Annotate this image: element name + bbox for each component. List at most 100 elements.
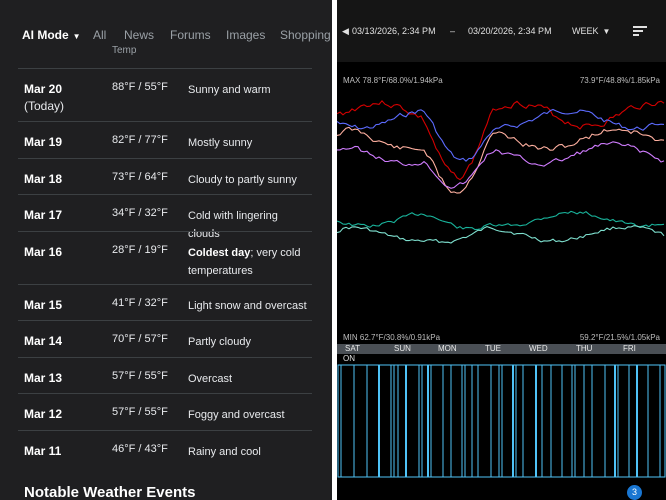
row-temp: 28°F / 19°F bbox=[112, 244, 168, 256]
row-date: Mar 16 bbox=[24, 244, 62, 261]
table-row: Mar 16 28°F / 19°F Coldest day; very cold … bbox=[18, 231, 312, 285]
red-trace bbox=[337, 99, 665, 181]
row-date-text: Mar 13 bbox=[24, 371, 63, 385]
day-label: MON bbox=[438, 344, 457, 353]
row-condition-text: Overcast bbox=[188, 373, 233, 385]
table-row: Mar 19 82°F / 77°F Mostly sunny bbox=[18, 121, 312, 159]
row-date-text: Mar 14 bbox=[24, 334, 63, 348]
tab-all[interactable]: All bbox=[93, 28, 106, 42]
tab-shopping[interactable]: Shopping bbox=[280, 28, 331, 42]
row-date: Mar 14 bbox=[24, 333, 62, 350]
day-label: TUE bbox=[485, 344, 501, 353]
row-condition: Coldest day; very cold temperatures bbox=[188, 244, 312, 280]
search-results-panel: AI Mode ▼ All News Forums Images Shopping… bbox=[0, 0, 332, 500]
row-date-text: Mar 19 bbox=[24, 135, 63, 149]
peach-trace bbox=[337, 126, 665, 194]
row-temp: 70°F / 57°F bbox=[112, 333, 168, 345]
blue-trace bbox=[337, 108, 665, 162]
period-dropdown[interactable]: WEEK ▼ bbox=[572, 26, 610, 36]
row-date: Mar 13 bbox=[24, 370, 62, 387]
row-temp: 82°F / 77°F bbox=[112, 134, 168, 146]
row-condition-text: Foggy and overcast bbox=[188, 409, 285, 421]
row-temp: 57°F / 55°F bbox=[112, 370, 168, 382]
on-state-label: ON bbox=[343, 354, 355, 363]
period-label: WEEK bbox=[572, 26, 599, 36]
row-condition-text: Cloudy to partly sunny bbox=[188, 174, 297, 186]
range-start[interactable]: 03/13/2026, 2:34 PM bbox=[352, 26, 436, 36]
row-date-text: Mar 15 bbox=[24, 298, 63, 312]
row-condition-text: Light snow and overcast bbox=[188, 300, 307, 312]
section-heading: Notable Weather Events bbox=[24, 484, 196, 500]
tab-news[interactable]: News bbox=[124, 28, 154, 42]
row-condition-text: Rainy and cool bbox=[188, 446, 261, 458]
row-date: Mar 12 bbox=[24, 406, 62, 423]
tab-forums[interactable]: Forums bbox=[170, 28, 211, 42]
row-condition: Overcast bbox=[188, 370, 312, 388]
row-condition: Mostly sunny bbox=[188, 134, 312, 152]
row-condition-text: Partly cloudy bbox=[188, 336, 251, 348]
range-separator: – bbox=[450, 26, 456, 36]
min-right-label: 59.2°F/21.5%/1.05kPa bbox=[579, 333, 660, 342]
day-label: SAT bbox=[345, 344, 360, 353]
row-condition-bold: Coldest day bbox=[188, 247, 251, 259]
table-row: Mar 15 41°F / 32°F Light snow and overcast bbox=[18, 284, 312, 321]
row-date-text: Mar 20 bbox=[24, 82, 63, 96]
row-temp: 57°F / 55°F bbox=[112, 406, 168, 418]
row-date: Mar 18 bbox=[24, 171, 62, 188]
table-row: Mar 17 34°F / 32°F Cold with lingering clo… bbox=[18, 194, 312, 240]
row-date: Mar 17 bbox=[24, 207, 62, 224]
chevron-down-icon: ▼ bbox=[602, 27, 611, 36]
search-tabs-bar: AI Mode ▼ All News Forums Images Shopping bbox=[0, 0, 332, 68]
sensor-history-panel: ◀ 03/13/2026, 2:34 PM – 03/20/2026, 2:34… bbox=[337, 0, 666, 500]
sort-icon[interactable] bbox=[633, 24, 647, 36]
tab-images[interactable]: Images bbox=[226, 28, 265, 42]
day-label: WED bbox=[529, 344, 548, 353]
violet-trace bbox=[337, 141, 665, 189]
row-condition: Sunny and warm bbox=[188, 81, 312, 99]
row-temp: 73°F / 64°F bbox=[112, 171, 168, 183]
row-date-text: Mar 12 bbox=[24, 407, 63, 421]
row-date-text: Mar 18 bbox=[24, 172, 63, 186]
row-date-text: Mar 11 bbox=[24, 444, 62, 458]
table-row: Mar 18 73°F / 64°F Cloudy to partly sunny bbox=[18, 158, 312, 195]
row-condition-text: Sunny and warm bbox=[188, 84, 271, 96]
row-condition: Light snow and overcast bbox=[188, 297, 312, 315]
row-date: Mar 19 bbox=[24, 134, 62, 151]
day-label: FRI bbox=[623, 344, 636, 353]
notification-badge: 3 bbox=[627, 485, 642, 500]
row-condition: Cloudy to partly sunny bbox=[188, 171, 312, 189]
day-label: SUN bbox=[394, 344, 411, 353]
temp-column-header: Temp bbox=[112, 45, 137, 56]
range-toolbar: ◀ 03/13/2026, 2:34 PM – 03/20/2026, 2:34… bbox=[337, 0, 666, 62]
chevron-down-icon: ▼ bbox=[72, 32, 81, 41]
table-row: Mar 14 70°F / 57°F Partly cloudy bbox=[18, 320, 312, 358]
on-state-timeline bbox=[337, 364, 666, 478]
row-date: Mar 15 bbox=[24, 297, 62, 314]
sensor-line-chart bbox=[337, 99, 665, 244]
row-temp: 88°F / 55°F bbox=[112, 81, 168, 93]
min-left-label: MIN 62.7°F/30.8%/0.91kPa bbox=[343, 333, 441, 342]
table-row: Mar 11 46°F / 43°F Rainy and cool bbox=[18, 430, 312, 468]
day-axis: SAT SUN MON TUE WED THU FRI bbox=[337, 344, 666, 354]
row-date: Mar 20 (Today) bbox=[24, 81, 64, 115]
table-row: Mar 13 57°F / 55°F Overcast bbox=[18, 357, 312, 394]
row-condition: Rainy and cool bbox=[188, 443, 312, 461]
row-date-sub: (Today) bbox=[24, 99, 65, 113]
row-temp: 34°F / 32°F bbox=[112, 207, 168, 219]
row-date: Mar 11 bbox=[24, 443, 61, 460]
table-row: Mar 20 (Today) 88°F / 55°F Sunny and warm bbox=[18, 68, 312, 122]
row-condition: Foggy and overcast bbox=[188, 406, 312, 424]
teal-light-trace bbox=[337, 225, 665, 244]
row-condition: Partly cloudy bbox=[188, 333, 312, 351]
ai-mode-tab[interactable]: AI Mode ▼ bbox=[22, 28, 81, 42]
row-temp: 46°F / 43°F bbox=[112, 443, 168, 455]
row-date-text: Mar 17 bbox=[24, 208, 63, 222]
range-end[interactable]: 03/20/2026, 2:34 PM bbox=[468, 26, 552, 36]
row-date-text: Mar 16 bbox=[24, 245, 63, 259]
row-temp: 41°F / 32°F bbox=[112, 297, 168, 309]
row-condition-text: Mostly sunny bbox=[188, 137, 253, 149]
day-label: THU bbox=[576, 344, 593, 353]
table-row: Mar 12 57°F / 55°F Foggy and overcast bbox=[18, 393, 312, 431]
ai-mode-label: AI Mode bbox=[22, 28, 69, 42]
range-prev-icon[interactable]: ◀ bbox=[342, 26, 349, 37]
